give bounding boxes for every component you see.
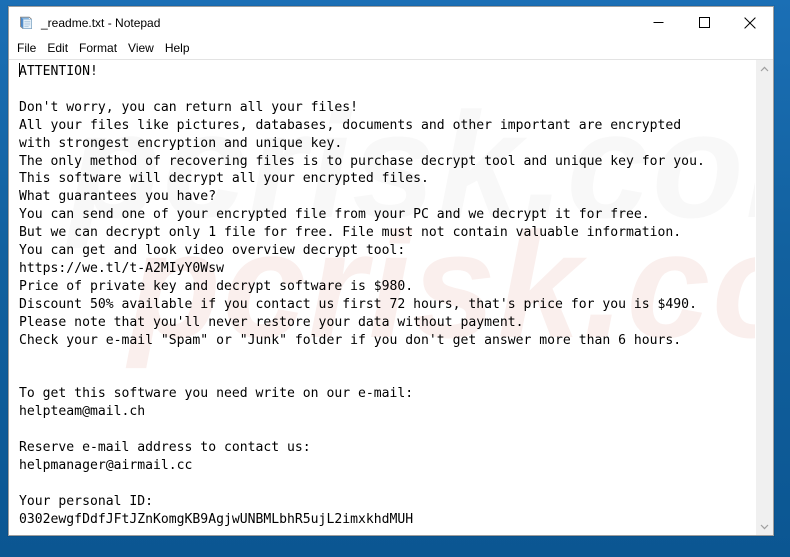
editor-area: pcrisk.com pcrisk.com ATTENTION! Don't w… bbox=[9, 59, 773, 535]
notepad-icon bbox=[18, 15, 34, 31]
scroll-up-button[interactable] bbox=[756, 60, 773, 77]
text-editor[interactable]: ATTENTION! Don't worry, you can return a… bbox=[9, 60, 755, 535]
close-button[interactable] bbox=[727, 7, 773, 38]
close-icon bbox=[744, 16, 756, 29]
title-bar-left: _readme.txt - Notepad bbox=[9, 15, 635, 31]
minimize-button[interactable] bbox=[635, 7, 681, 38]
menu-bar: File Edit Format View Help bbox=[9, 38, 773, 59]
scroll-down-button[interactable] bbox=[756, 518, 773, 535]
menu-item-edit[interactable]: Edit bbox=[47, 38, 75, 59]
window-controls bbox=[635, 7, 773, 38]
notepad-window: _readme.txt - Notepad File Edit Format V… bbox=[8, 6, 774, 536]
maximize-button[interactable] bbox=[681, 7, 727, 38]
menu-item-file[interactable]: File bbox=[17, 38, 43, 59]
window-title: _readme.txt - Notepad bbox=[41, 15, 161, 30]
maximize-icon bbox=[698, 17, 710, 28]
chevron-down-icon bbox=[760, 524, 769, 529]
scrollbar-thumb[interactable] bbox=[756, 77, 773, 497]
ransom-note-text: ATTENTION! Don't worry, you can return a… bbox=[19, 64, 705, 527]
vertical-scrollbar[interactable] bbox=[755, 60, 773, 535]
chevron-up-icon bbox=[760, 66, 769, 71]
menu-item-format[interactable]: Format bbox=[79, 38, 124, 59]
menu-item-help[interactable]: Help bbox=[165, 38, 197, 59]
minimize-icon bbox=[653, 22, 663, 23]
title-bar[interactable]: _readme.txt - Notepad bbox=[9, 7, 773, 38]
menu-item-view[interactable]: View bbox=[128, 38, 161, 59]
